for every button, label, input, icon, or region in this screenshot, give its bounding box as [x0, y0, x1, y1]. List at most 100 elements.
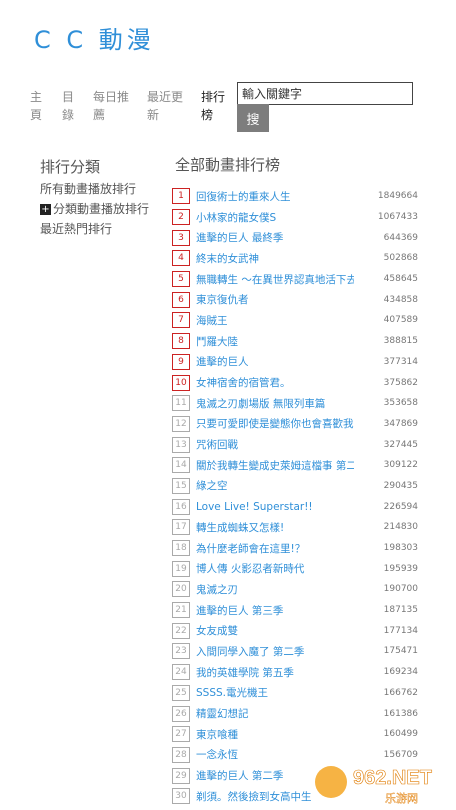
- ranking-row: 2 小林家的龍女僕S 1067433: [172, 207, 418, 228]
- rank-number-badge: 16: [172, 498, 190, 515]
- ranking-row: 14 關於我轉生變成史萊姆這檔事 第二季 309122: [172, 455, 418, 476]
- play-count: 353658: [383, 398, 418, 409]
- ranking-row: 16 Love Live! Superstar!! 226594: [172, 496, 418, 517]
- rank-number-badge: 7: [172, 312, 190, 329]
- ranking-row: 19 博人傳 火影忍者新時代 195939: [172, 558, 418, 579]
- anime-title-link[interactable]: 為什麼老師會在這里!？: [196, 541, 354, 556]
- rank-number-badge: 6: [172, 291, 190, 308]
- anime-title-link[interactable]: 女神宿舍的宿管君。: [196, 375, 354, 390]
- sidebar-item-label: 分類動畫播放排行: [53, 202, 150, 216]
- rank-number-badge: 29: [172, 767, 190, 784]
- anime-title-link[interactable]: 東京喰種: [196, 727, 354, 742]
- ranking-row: 11 鬼滅之刃劇場版 無限列車篇 353658: [172, 393, 418, 414]
- anime-title-link[interactable]: 進擊的巨人 第三季: [196, 603, 354, 618]
- anime-title-link[interactable]: 進擊的巨人: [196, 354, 354, 369]
- play-count: 327445: [383, 439, 418, 450]
- rank-number-badge: 26: [172, 705, 190, 722]
- rank-number-badge: 19: [172, 560, 190, 577]
- play-count: 502868: [383, 253, 418, 264]
- rank-number-badge: 4: [172, 250, 190, 267]
- sidebar-item-recent-hot[interactable]: 最近熱門排行: [40, 220, 150, 238]
- anime-title-link[interactable]: 綠之空: [196, 478, 354, 493]
- rank-number-badge: 27: [172, 726, 190, 743]
- anime-title-link[interactable]: 海賊王: [196, 313, 354, 328]
- play-count: 290435: [383, 480, 418, 491]
- play-count: 214830: [383, 522, 418, 533]
- ranking-list: 1 回復術士的重來人生 1849664 2 小林家的龍女僕S 1067433 3 進擊的巨人 …: [172, 186, 418, 807]
- ranking-row: 24 我的英雄學院 第五季 169234: [172, 662, 418, 683]
- play-count: 195939: [383, 563, 418, 574]
- play-count: 169234: [383, 667, 418, 678]
- nav-item-recent-updates[interactable]: 最近更 新: [147, 88, 201, 124]
- play-count: 644369: [383, 232, 418, 243]
- rank-number-badge: 13: [172, 436, 190, 453]
- anime-title-link[interactable]: 進擊的巨人 最終季: [196, 230, 354, 245]
- rank-number-badge: 14: [172, 457, 190, 474]
- sidebar-item-all-rankings[interactable]: 所有動畫播放排行: [40, 180, 150, 198]
- rank-number-badge: 24: [172, 664, 190, 681]
- anime-title-link[interactable]: 入間同學入魔了 第二季: [196, 644, 354, 659]
- play-count: 458645: [383, 274, 418, 285]
- ranking-row: 13 咒術回戰 327445: [172, 434, 418, 455]
- rank-number-badge: 21: [172, 602, 190, 619]
- anime-title-link[interactable]: 轉生成蜘蛛又怎樣!: [196, 520, 354, 535]
- anime-title-link[interactable]: 回復術士的重來人生: [196, 189, 354, 204]
- nav-item-catalog[interactable]: 目 錄: [62, 88, 93, 124]
- play-count: 226594: [383, 501, 418, 512]
- play-count: 160499: [383, 729, 418, 740]
- anime-title-link[interactable]: 小林家的龍女僕S: [196, 210, 354, 225]
- search-button[interactable]: 搜: [237, 104, 269, 132]
- ranking-row: 3 進擊的巨人 最終季 644369: [172, 227, 418, 248]
- rank-number-badge: 23: [172, 643, 190, 660]
- sidebar-list: 所有動畫播放排行 + 分類動畫播放排行 最近熱門排行: [40, 180, 150, 240]
- play-count: 161386: [383, 708, 418, 719]
- anime-title-link[interactable]: 東京復仇者: [196, 292, 354, 307]
- anime-title-link[interactable]: SSSS.電光機王: [196, 685, 354, 700]
- ranking-row: 9 進擊的巨人 377314: [172, 352, 418, 373]
- rank-number-badge: 25: [172, 684, 190, 701]
- ranking-row: 12 只要可愛即使是變態你也會喜歡我嗎？ 347869: [172, 414, 418, 435]
- nav-item-rankings[interactable]: 排行 榜: [201, 88, 235, 124]
- ranking-row: 23 入間同學入魔了 第二季 175471: [172, 641, 418, 662]
- svg-text:962.NET: 962.NET: [353, 767, 432, 789]
- ranking-row: 18 為什麼老師會在這里!？ 198303: [172, 538, 418, 559]
- anime-title-link[interactable]: 只要可愛即使是變態你也會喜歡我嗎？: [196, 416, 354, 431]
- ranking-row: 27 東京喰種 160499: [172, 724, 418, 745]
- page-title: 全部動畫排行榜: [175, 156, 281, 174]
- anime-title-link[interactable]: 鬥羅大陸: [196, 334, 354, 349]
- rank-number-badge: 8: [172, 333, 190, 350]
- anime-title-link[interactable]: 關於我轉生變成史萊姆這檔事 第二季: [196, 458, 354, 473]
- rank-number-badge: 11: [172, 395, 190, 412]
- rank-number-badge: 3: [172, 229, 190, 246]
- ranking-row: 22 女友成雙 177134: [172, 620, 418, 641]
- play-count: 175471: [383, 646, 418, 657]
- rank-number-badge: 5: [172, 271, 190, 288]
- anime-title-link[interactable]: 鬼滅之刃: [196, 582, 354, 597]
- anime-title-link[interactable]: 我的英雄學院 第五季: [196, 665, 354, 680]
- sidebar-item-category-rankings[interactable]: + 分類動畫播放排行: [40, 200, 150, 218]
- ranking-row: 4 終末的女武神 502868: [172, 248, 418, 269]
- anime-title-link[interactable]: Love Live! Superstar!!: [196, 501, 354, 513]
- ranking-row: 5 無職轉生 ～在異世界認真地活下去～ 458645: [172, 269, 418, 290]
- play-count: 177134: [383, 625, 418, 636]
- rank-number-badge: 12: [172, 415, 190, 432]
- expand-plus-icon[interactable]: +: [40, 204, 51, 215]
- nav-item-home[interactable]: 主 頁: [30, 88, 62, 124]
- rank-number-badge: 10: [172, 374, 190, 391]
- ranking-row: 6 東京復仇者 434858: [172, 289, 418, 310]
- play-count: 388815: [383, 336, 418, 347]
- anime-title-link[interactable]: 終末的女武神: [196, 251, 354, 266]
- anime-title-link[interactable]: 無職轉生 ～在異世界認真地活下去～: [196, 272, 354, 287]
- ranking-row: 17 轉生成蜘蛛又怎樣! 214830: [172, 517, 418, 538]
- site-logo[interactable]: C C 動漫: [34, 20, 155, 55]
- anime-title-link[interactable]: 咒術回戰: [196, 437, 354, 452]
- anime-title-link[interactable]: 精靈幻想記: [196, 706, 354, 721]
- nav-item-daily-picks[interactable]: 每日推 薦: [93, 88, 147, 124]
- rank-number-badge: 28: [172, 746, 190, 763]
- search-input[interactable]: [237, 82, 413, 105]
- anime-title-link[interactable]: 鬼滅之刃劇場版 無限列車篇: [196, 396, 354, 411]
- anime-title-link[interactable]: 女友成雙: [196, 623, 354, 638]
- anime-title-link[interactable]: 博人傳 火影忍者新時代: [196, 561, 354, 576]
- rank-number-badge: 17: [172, 519, 190, 536]
- ranking-row: 25 SSSS.電光機王 166762: [172, 683, 418, 704]
